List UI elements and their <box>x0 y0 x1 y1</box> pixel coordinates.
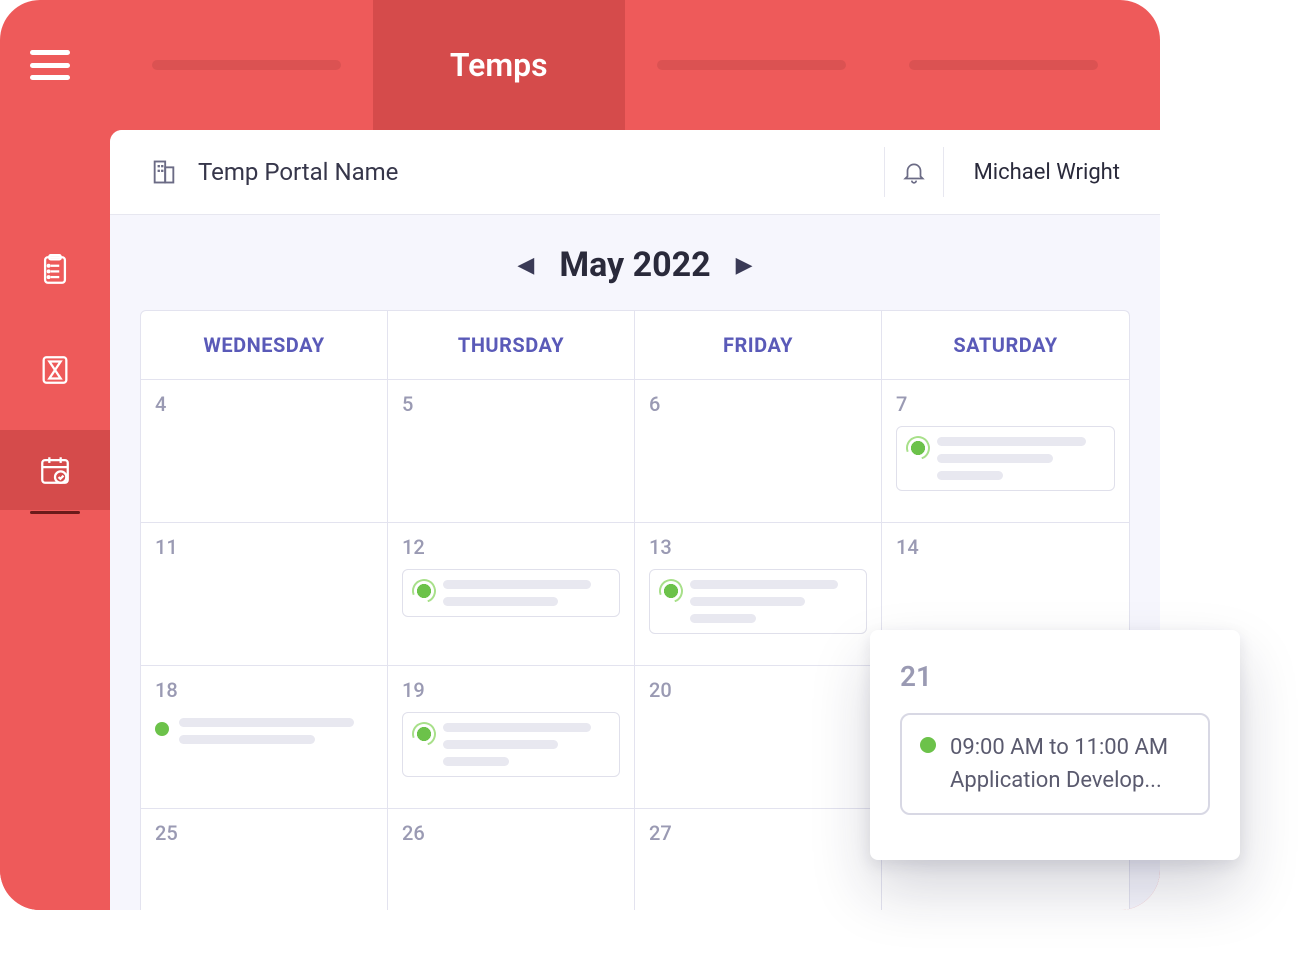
calendar-cell[interactable]: 25 <box>141 809 388 910</box>
day-number: 18 <box>155 678 373 702</box>
popout-day-number: 21 <box>900 660 1210 693</box>
status-dot-icon <box>155 722 169 736</box>
hourglass-icon <box>38 353 72 387</box>
topbar: Temps <box>0 0 1160 130</box>
day-number: 7 <box>896 392 1115 416</box>
prev-month-button[interactable]: ◀ <box>517 253 534 278</box>
user-name[interactable]: Michael Wright <box>974 160 1120 185</box>
top-tab-4[interactable] <box>878 0 1131 130</box>
top-tab-1[interactable] <box>120 0 373 130</box>
calendar-row: 4 5 6 7 <box>141 380 1129 523</box>
event-placeholder[interactable] <box>896 426 1115 491</box>
month-label: May 2022 <box>559 245 710 285</box>
bell-icon <box>901 159 927 185</box>
calendar-day-header: WEDNESDAY <box>141 311 388 379</box>
calendar-cell[interactable]: 11 <box>141 523 388 665</box>
sidebar-item-list[interactable] <box>0 230 110 310</box>
calendar-cell[interactable]: 5 <box>388 380 635 522</box>
day-number: 19 <box>402 678 620 702</box>
calendar-cell[interactable]: 6 <box>635 380 882 522</box>
popout-event[interactable]: 09:00 AM to 11:00 AM Application Develop… <box>900 713 1210 815</box>
event-placeholder[interactable] <box>402 569 620 617</box>
day-number: 26 <box>402 821 620 845</box>
calendar-cell[interactable]: 12 <box>388 523 635 665</box>
status-dot-icon <box>920 737 936 753</box>
calendar-day-header: SATURDAY <box>882 311 1129 379</box>
calendar-check-icon <box>38 453 72 487</box>
top-tab-temps[interactable]: Temps <box>373 0 626 130</box>
day-number: 25 <box>155 821 373 845</box>
headerbar: Temp Portal Name Michael Wright <box>110 130 1160 215</box>
day-number: 13 <box>649 535 867 559</box>
status-dot-icon <box>415 582 433 600</box>
event-placeholder[interactable] <box>649 569 867 634</box>
event-placeholder[interactable] <box>155 712 373 750</box>
calendar-day-header: FRIDAY <box>635 311 882 379</box>
next-month-button[interactable]: ▶ <box>736 253 753 278</box>
month-navigator: ◀ May 2022 ▶ <box>110 215 1160 295</box>
calendar-cell[interactable]: 4 <box>141 380 388 522</box>
day-number: 12 <box>402 535 620 559</box>
building-icon <box>150 158 178 186</box>
day-number: 27 <box>649 821 867 845</box>
day-number: 20 <box>649 678 867 702</box>
status-dot-icon <box>415 725 433 743</box>
notifications-button[interactable] <box>884 147 944 197</box>
day-number: 6 <box>649 392 867 416</box>
calendar-cell[interactable]: 13 <box>635 523 882 665</box>
sidebar <box>0 130 110 910</box>
day-number: 5 <box>402 392 620 416</box>
calendar-cell[interactable]: 27 <box>635 809 882 910</box>
sidebar-item-timesheet[interactable] <box>0 330 110 410</box>
sidebar-item-schedule[interactable] <box>0 430 110 510</box>
status-dot-icon <box>662 582 680 600</box>
menu-icon[interactable] <box>30 50 70 80</box>
portal-name: Temp Portal Name <box>198 158 884 186</box>
list-icon <box>38 253 72 287</box>
calendar-cell[interactable]: 19 <box>388 666 635 808</box>
calendar-cell[interactable]: 20 <box>635 666 882 808</box>
active-tab-label: Temps <box>450 46 548 84</box>
calendar-day-header: THURSDAY <box>388 311 635 379</box>
status-dot-icon <box>909 439 927 457</box>
calendar-cell[interactable]: 18 <box>141 666 388 808</box>
top-tabs: Temps <box>120 0 1130 130</box>
top-tab-3[interactable] <box>625 0 878 130</box>
day-detail-popout: 21 09:00 AM to 11:00 AM Application Deve… <box>870 630 1240 860</box>
popout-event-time: 09:00 AM to 11:00 AM <box>950 731 1168 764</box>
popout-event-title: Application Develop... <box>950 764 1168 797</box>
calendar-cell[interactable]: 26 <box>388 809 635 910</box>
day-number: 4 <box>155 392 373 416</box>
popout-event-text: 09:00 AM to 11:00 AM Application Develop… <box>950 731 1168 797</box>
day-number: 14 <box>896 535 1115 559</box>
event-placeholder[interactable] <box>402 712 620 777</box>
calendar-head: WEDNESDAYTHURSDAYFRIDAYSATURDAY <box>141 311 1129 380</box>
day-number: 11 <box>155 535 373 559</box>
calendar-cell[interactable]: 7 <box>882 380 1129 522</box>
